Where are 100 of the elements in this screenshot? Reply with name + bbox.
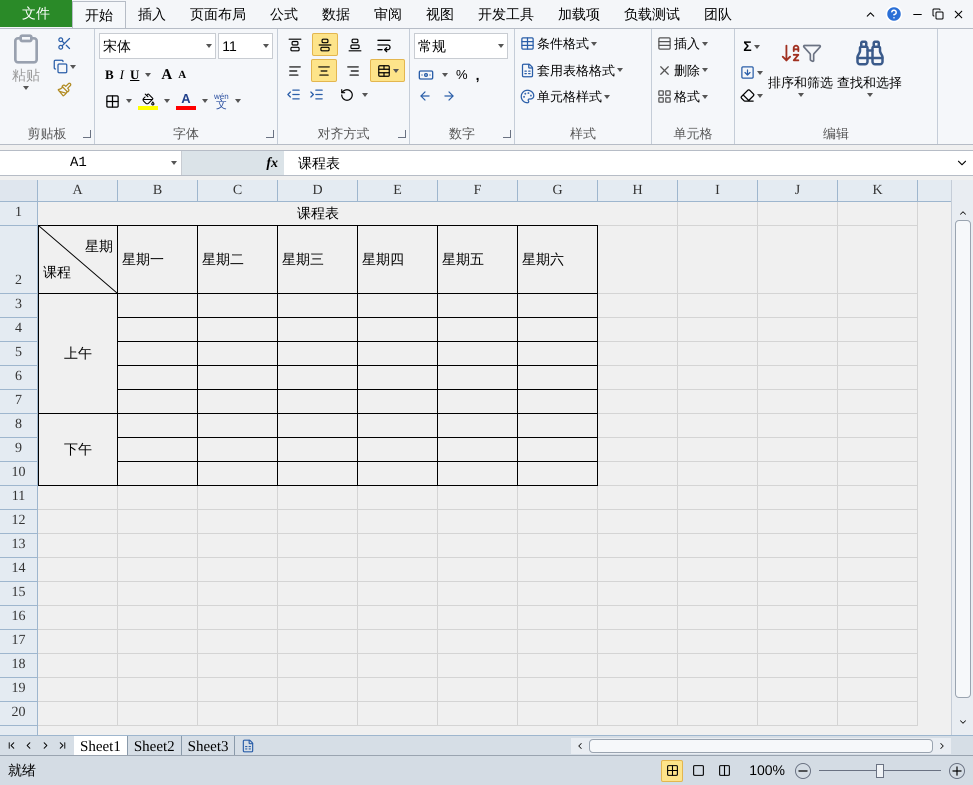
grid-cell[interactable] bbox=[118, 678, 198, 702]
grid-cell[interactable] bbox=[838, 462, 918, 486]
decrease-decimal-icon[interactable] bbox=[442, 89, 456, 103]
grid-cell[interactable] bbox=[278, 606, 358, 630]
table-cell[interactable] bbox=[118, 462, 198, 486]
comma-button[interactable]: , bbox=[476, 64, 480, 86]
grid-cell[interactable] bbox=[758, 534, 838, 558]
number-format-dropdown[interactable]: 常规 bbox=[414, 33, 508, 59]
column-header[interactable]: A bbox=[38, 180, 118, 202]
ribbon-tab[interactable]: 页面布局 bbox=[178, 1, 258, 28]
grid-cell[interactable] bbox=[198, 606, 278, 630]
grid-cell[interactable] bbox=[838, 414, 918, 438]
table-cell[interactable] bbox=[518, 366, 598, 390]
grid-cell[interactable] bbox=[118, 654, 198, 678]
grid-cell[interactable] bbox=[758, 654, 838, 678]
table-cell[interactable] bbox=[358, 318, 438, 342]
insert-function-button[interactable]: fx bbox=[266, 152, 278, 174]
grid-cell[interactable] bbox=[438, 510, 518, 534]
grid-cell[interactable] bbox=[598, 558, 678, 582]
grid-cell[interactable] bbox=[678, 390, 758, 414]
row-header[interactable]: 19 bbox=[0, 678, 38, 702]
grid-cell[interactable] bbox=[438, 582, 518, 606]
grid-cell[interactable] bbox=[198, 678, 278, 702]
table-cell[interactable] bbox=[438, 438, 518, 462]
merge-center-button[interactable] bbox=[370, 59, 406, 82]
column-header[interactable]: H bbox=[598, 180, 678, 202]
grid-cell[interactable] bbox=[758, 438, 838, 462]
column-header[interactable]: F bbox=[438, 180, 518, 202]
grid-cell[interactable] bbox=[758, 390, 838, 414]
grid-cell[interactable] bbox=[518, 582, 598, 606]
row-header[interactable]: 17 bbox=[0, 630, 38, 654]
ribbon-tab[interactable]: 视图 bbox=[414, 1, 466, 28]
grid-cell[interactable] bbox=[678, 630, 758, 654]
table-cell[interactable] bbox=[278, 438, 358, 462]
styles-menu-button[interactable]: 条件格式 bbox=[519, 33, 647, 54]
increase-decimal-icon[interactable] bbox=[418, 89, 432, 103]
ribbon-tab[interactable]: 加载项 bbox=[546, 1, 612, 28]
table-cell[interactable] bbox=[518, 462, 598, 486]
grid-cell[interactable] bbox=[278, 510, 358, 534]
grid-cell[interactable] bbox=[438, 702, 518, 726]
grid-cell[interactable] bbox=[118, 582, 198, 606]
grid-cell[interactable] bbox=[198, 534, 278, 558]
grid-cell[interactable] bbox=[198, 654, 278, 678]
styles-menu-button[interactable]: 套用表格格式 bbox=[519, 60, 647, 81]
grid-cell[interactable] bbox=[38, 510, 118, 534]
table-cell[interactable] bbox=[438, 318, 518, 342]
grid-cell[interactable] bbox=[758, 678, 838, 702]
grid-cell[interactable] bbox=[678, 510, 758, 534]
grid-cell[interactable] bbox=[118, 510, 198, 534]
grid-cell[interactable] bbox=[758, 510, 838, 534]
ribbon-tab[interactable]: 开发工具 bbox=[466, 1, 546, 28]
row-header[interactable]: 7 bbox=[0, 390, 38, 414]
help-icon[interactable] bbox=[885, 5, 903, 23]
dialog-launcher-icon[interactable] bbox=[266, 130, 274, 138]
grid-cell[interactable] bbox=[758, 342, 838, 366]
grid-cell[interactable] bbox=[358, 486, 438, 510]
increase-indent-icon[interactable] bbox=[309, 87, 324, 102]
grid-cell[interactable] bbox=[758, 462, 838, 486]
column-header[interactable]: J bbox=[758, 180, 838, 202]
grid-cell[interactable] bbox=[518, 654, 598, 678]
grid-cell[interactable] bbox=[678, 558, 758, 582]
table-cell[interactable] bbox=[278, 318, 358, 342]
grid-cell[interactable] bbox=[358, 654, 438, 678]
dialog-launcher-icon[interactable] bbox=[398, 130, 406, 138]
grid-cell[interactable] bbox=[518, 630, 598, 654]
grid-cell[interactable] bbox=[438, 534, 518, 558]
table-cell[interactable] bbox=[438, 390, 518, 414]
grid-cell[interactable] bbox=[518, 510, 598, 534]
grid-cell[interactable] bbox=[678, 414, 758, 438]
column-header[interactable]: E bbox=[358, 180, 438, 202]
grid-cell[interactable] bbox=[198, 702, 278, 726]
table-cell[interactable] bbox=[198, 342, 278, 366]
grid-cell[interactable] bbox=[278, 486, 358, 510]
table-cell[interactable] bbox=[358, 294, 438, 318]
grow-font-button[interactable]: A bbox=[161, 64, 172, 86]
grid-cell[interactable] bbox=[678, 202, 758, 226]
zoom-slider[interactable] bbox=[819, 764, 941, 778]
table-cell[interactable] bbox=[118, 390, 198, 414]
row-header[interactable]: 2 bbox=[0, 226, 38, 294]
grid-cell[interactable] bbox=[598, 702, 678, 726]
grid-cell[interactable] bbox=[438, 558, 518, 582]
grid-cell[interactable] bbox=[678, 654, 758, 678]
grid-cell[interactable] bbox=[758, 414, 838, 438]
grid-cell[interactable] bbox=[118, 534, 198, 558]
grid-cell[interactable] bbox=[598, 390, 678, 414]
row-header[interactable]: 20 bbox=[0, 702, 38, 726]
table-cell[interactable] bbox=[198, 366, 278, 390]
grid-cell[interactable] bbox=[358, 582, 438, 606]
table-cell[interactable] bbox=[518, 390, 598, 414]
table-cell[interactable] bbox=[198, 414, 278, 438]
grid-cell[interactable] bbox=[278, 582, 358, 606]
grid-cell[interactable] bbox=[838, 342, 918, 366]
grid-cell[interactable] bbox=[38, 534, 118, 558]
grid-cell[interactable] bbox=[838, 318, 918, 342]
column-header[interactable]: B bbox=[118, 180, 198, 202]
grid-cell[interactable] bbox=[758, 366, 838, 390]
grid-cell[interactable] bbox=[38, 606, 118, 630]
row-header[interactable]: 12 bbox=[0, 510, 38, 534]
row-header[interactable]: 6 bbox=[0, 366, 38, 390]
ribbon-tab[interactable]: 开始 bbox=[72, 1, 126, 28]
